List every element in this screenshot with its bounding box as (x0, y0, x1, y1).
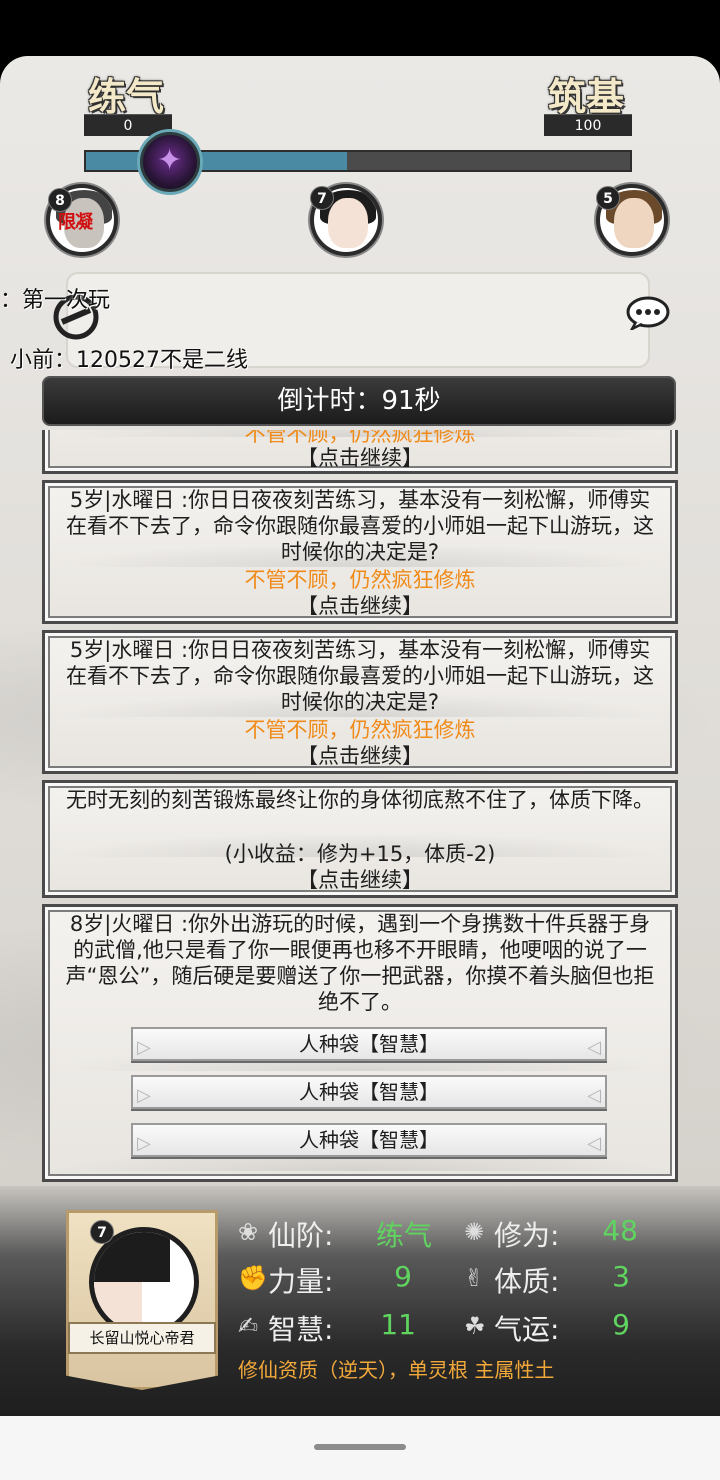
current-realm-value: 0 (84, 114, 172, 136)
talent-text: 修仙资质（逆天），单灵根 主属性土 (238, 1358, 555, 1382)
strength-icon: ✊ (238, 1264, 268, 1292)
luck-icon: ☘ (464, 1312, 486, 1340)
event-choice-text: 不管不顾，仍然疯狂修炼 (244, 718, 476, 742)
arrow-left-icon: ◁ (587, 1037, 601, 1058)
event-feed[interactable]: 不管不顾，仍然疯狂修炼 【点击继续】 5岁|水曜日 :你日日夜夜刻苦练习，基本没… (42, 430, 678, 1182)
continue-label[interactable]: 【点击继续】 (65, 445, 655, 471)
stat-luck-value: 9 (612, 1308, 630, 1341)
stat-constitution-value: 3 (612, 1260, 630, 1293)
arrow-right-icon: ▷ (137, 1037, 151, 1058)
event-option-button[interactable]: ▷ 人种袋【智慧】 ◁ (131, 1075, 607, 1109)
event-text: 5岁|水曜日 :你日日夜夜刻苦练习，基本没有一刻松懈，师傅实在看不下去了，命令你… (66, 638, 654, 714)
stat-cultivation-value: 48 (602, 1214, 638, 1247)
cultivation-progress-fill (86, 152, 348, 170)
stat-strength-value: 9 (394, 1260, 412, 1293)
stat-cultivation-label: 修为: (494, 1219, 560, 1252)
opponent-level-badge: 8 (48, 188, 72, 212)
event-card[interactable]: 5岁|水曜日 :你日日夜夜刻苦练习，基本没有一刻松懈，师傅实在看不下去了，命令你… (42, 480, 678, 624)
opponent-level-badge: 5 (596, 186, 620, 210)
cultivation-icon: ✺ (464, 1218, 485, 1246)
stat-wisdom-label: 智慧: (268, 1313, 334, 1346)
next-realm-value: 100 (544, 114, 632, 136)
event-text: 5岁|水曜日 :你日日夜夜刻苦练习，基本没有一刻松懈，师傅实在看不下去了，命令你… (66, 488, 654, 564)
arrow-left-icon: ◁ (587, 1133, 601, 1154)
event-text: 无时无刻的刻苦锻炼最终让你的身体彻底熬不住了，体质下降。 (66, 788, 654, 812)
event-card[interactable]: 无时无刻的刻苦锻炼最终让你的身体彻底熬不住了，体质下降。 (小收益：修为+15，… (42, 780, 678, 898)
option-label: 人种袋【智慧】 (299, 1032, 439, 1056)
arrow-right-icon: ▷ (137, 1133, 151, 1154)
cultivation-orb-icon: ✦ (140, 132, 200, 192)
continue-label[interactable]: 【点击继续】 (65, 743, 655, 769)
chat-bubble-icon[interactable] (626, 296, 670, 330)
player-name: 长留山悦心帝君 (68, 1322, 216, 1354)
event-option-button[interactable]: ▷ 人种袋【智慧】 ◁ (131, 1123, 607, 1157)
face-shape (328, 198, 368, 248)
event-card-active[interactable]: 8岁|火曜日 :你外出游玩的时候，遇到一个身携数十件兵器于身的武僧,他只是看了你… (42, 904, 678, 1182)
countdown-timer: 倒计时：91秒 (42, 376, 676, 426)
home-indicator[interactable] (314, 1444, 406, 1450)
arrow-right-icon: ▷ (137, 1085, 151, 1106)
event-choice-text: 不管不顾，仍然疯狂修炼 (244, 568, 476, 592)
player-level-badge: 7 (90, 1220, 114, 1244)
option-label: 人种袋【智慧】 (299, 1080, 439, 1104)
wisdom-icon: ✍ (238, 1312, 259, 1340)
stat-realm-value: 练气 (375, 1219, 432, 1252)
opponent-level-badge: 7 (310, 186, 334, 210)
event-card-partial[interactable]: 不管不顾，仍然疯狂修炼 【点击继续】 (42, 430, 678, 474)
chat-message-2: 小前：120527不是二线 (10, 348, 248, 373)
chat-message-1: ：第一次玩 (0, 288, 111, 313)
opponent-tag: 限凝 (58, 212, 93, 233)
event-text: 8岁|火曜日 :你外出游玩的时候，遇到一个身携数十件兵器于身的武僧,他只是看了你… (65, 912, 655, 1014)
continue-label[interactable]: 【点击继续】 (65, 867, 655, 893)
constitution-icon: ✌ (464, 1264, 485, 1292)
face-shape (614, 198, 654, 248)
event-gain-text: (小收益：修为+15，体质-2) (224, 842, 496, 866)
player-avatar (89, 1227, 199, 1337)
current-realm-name: 练气 (88, 74, 165, 119)
realm-icon: ❀ (238, 1218, 259, 1246)
stat-luck-label: 气运: (494, 1313, 560, 1346)
option-label: 人种袋【智慧】 (299, 1128, 439, 1152)
stat-constitution-label: 体质: (494, 1265, 560, 1298)
player-portrait-frame[interactable] (66, 1210, 218, 1390)
continue-label[interactable]: 【点击继续】 (65, 593, 655, 619)
arrow-left-icon: ◁ (587, 1085, 601, 1106)
stat-wisdom-value: 11 (380, 1308, 416, 1341)
stat-strength-label: 力量: (268, 1265, 334, 1298)
game-screen: 练气 0 筑基 100 ✦ 限凝 8 7 5 ：第一次玩 小前：120527不是… (0, 0, 720, 1480)
event-option-button[interactable]: ▷ 人种袋【智慧】 ◁ (131, 1027, 607, 1061)
event-card[interactable]: 5岁|水曜日 :你日日夜夜刻苦练习，基本没有一刻松懈，师傅实在看不下去了，命令你… (42, 630, 678, 774)
stat-realm-label: 仙阶: (268, 1219, 334, 1252)
next-realm-name: 筑基 (548, 74, 625, 119)
